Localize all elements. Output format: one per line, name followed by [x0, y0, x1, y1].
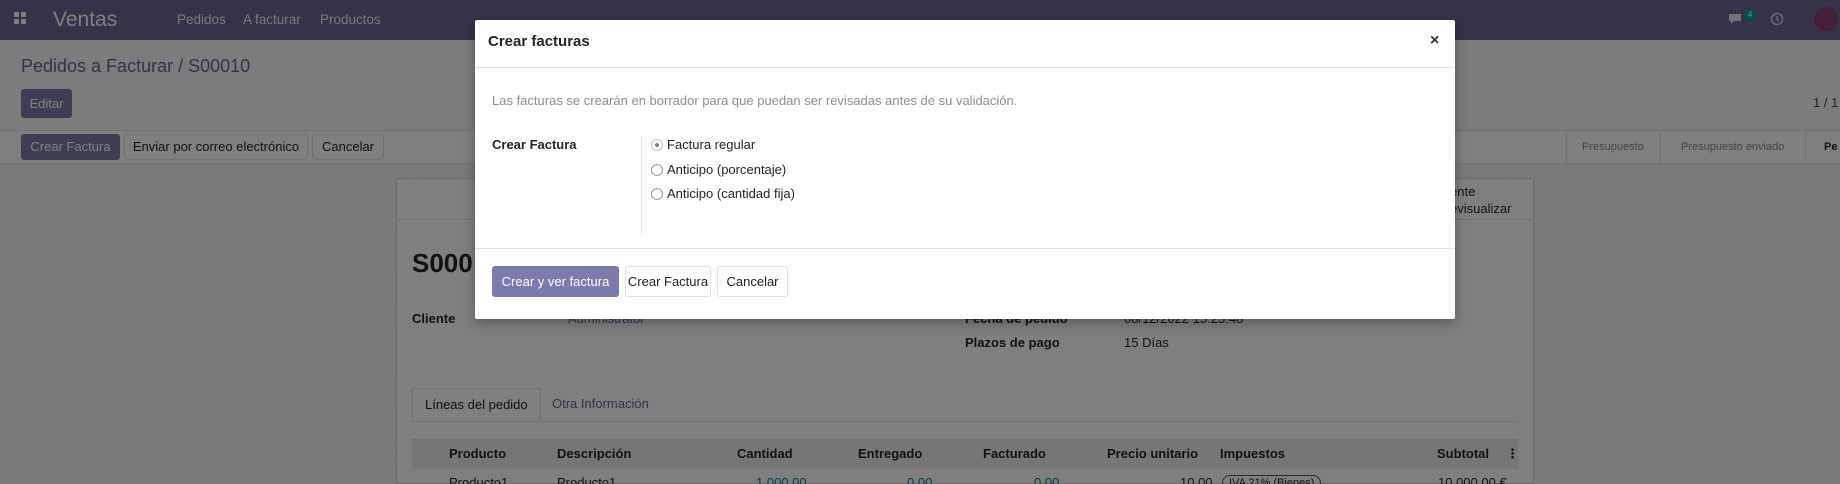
create-invoices-dialog: Crear facturas × Las facturas se crearán…: [475, 20, 1455, 319]
radio-label: Factura regular: [667, 137, 756, 152]
radio-label: Anticipo (porcentaje): [667, 162, 787, 177]
invoice-type-label: Crear Factura: [492, 137, 577, 152]
create-invoice-button[interactable]: Crear Factura: [625, 266, 711, 297]
modal-footer: Crear y ver factura Crear Factura Cancel…: [475, 248, 1455, 319]
field-divider: [641, 135, 642, 235]
cancel-button[interactable]: Cancelar: [717, 266, 788, 297]
draft-note: Las facturas se crearán en borrador para…: [492, 93, 1018, 108]
modal-title: Crear facturas: [488, 33, 590, 50]
radio-label: Anticipo (cantidad fija): [667, 186, 795, 201]
radio-checked-icon[interactable]: [651, 139, 663, 151]
modal-header: Crear facturas ×: [475, 20, 1455, 68]
close-icon[interactable]: ×: [1430, 32, 1439, 50]
create-and-view-invoice-button[interactable]: Crear y ver factura: [492, 266, 619, 297]
radio-unchecked-icon[interactable]: [651, 188, 663, 200]
radio-unchecked-icon[interactable]: [651, 164, 663, 176]
